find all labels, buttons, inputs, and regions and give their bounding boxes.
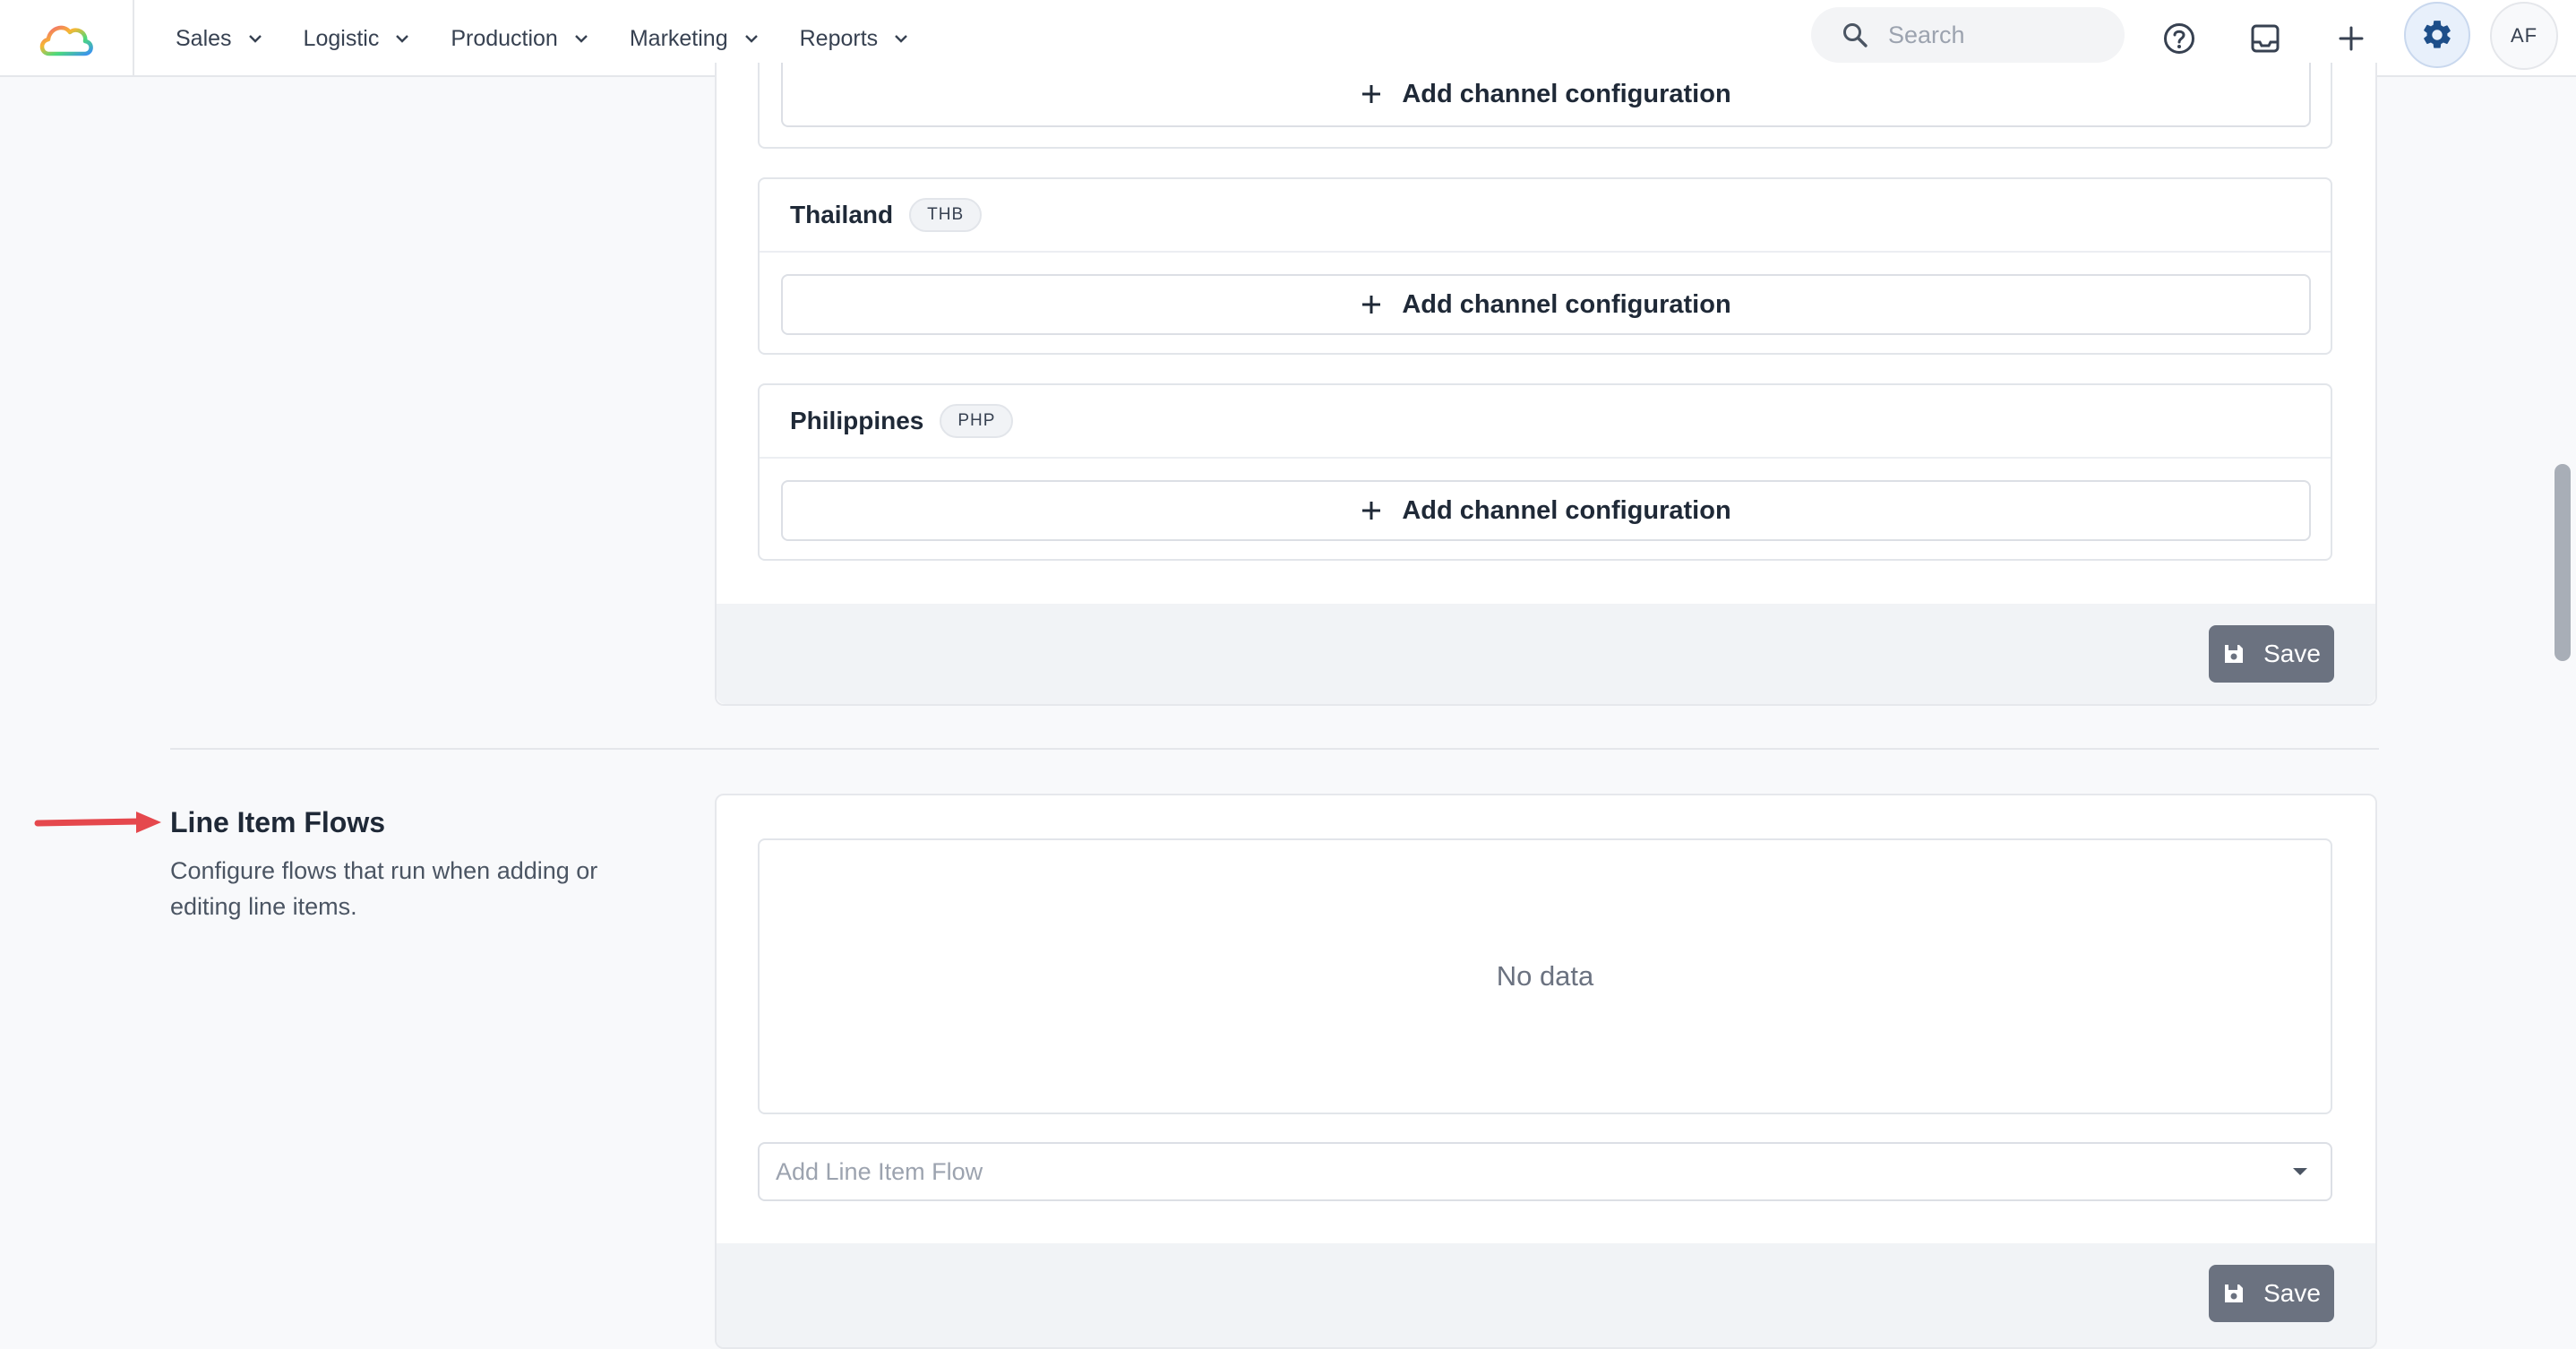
nav-reports-label: Reports	[799, 25, 879, 51]
avatar-initials: AF	[2510, 24, 2538, 47]
nav-sales-label: Sales	[176, 25, 232, 51]
country-card-philippines: Philippines PHP Add channel configuratio…	[758, 383, 2332, 561]
help-button[interactable]	[2148, 7, 2211, 70]
plus-icon	[1361, 294, 1382, 315]
annotation-arrow-icon	[34, 812, 161, 833]
select-placeholder: Add Line Item Flow	[776, 1157, 983, 1185]
add-channel-configuration-label: Add channel configuration	[1402, 289, 1731, 319]
cloud-logo-icon	[39, 25, 93, 56]
currency-badge: THB	[909, 198, 983, 232]
country-name: Philippines	[790, 407, 924, 434]
inbox-button[interactable]	[2234, 7, 2297, 70]
save-label: Save	[2263, 640, 2321, 667]
section-divider	[170, 748, 2379, 750]
country-name: Thailand	[790, 201, 894, 228]
create-button[interactable]	[2320, 7, 2383, 70]
country-header: Thailand THB	[760, 179, 2331, 253]
help-icon	[2164, 23, 2194, 54]
save-label: Save	[2263, 1279, 2321, 1307]
line-item-flows-footer	[717, 1243, 2375, 1347]
chevron-down-icon	[744, 34, 759, 43]
add-channel-configuration-label: Add channel configuration	[1402, 495, 1731, 525]
add-line-item-flow-select[interactable]: Add Line Item Flow	[758, 1142, 2332, 1201]
save-button[interactable]: Save	[2209, 625, 2334, 683]
nav-sales[interactable]: Sales	[176, 0, 262, 77]
app-logo[interactable]	[0, 0, 134, 77]
empty-state: No data	[758, 838, 2332, 1114]
plus-icon	[1361, 83, 1382, 105]
chevron-down-icon	[395, 34, 409, 43]
add-channel-configuration-button[interactable]: Add channel configuration	[781, 274, 2311, 335]
save-icon	[2222, 642, 2245, 666]
nav-production-label: Production	[451, 25, 558, 51]
inbox-icon	[2251, 24, 2280, 53]
channel-config-footer	[717, 604, 2375, 704]
save-icon	[2222, 1282, 2245, 1305]
chevron-down-icon	[894, 34, 908, 43]
save-button[interactable]: Save	[2209, 1265, 2334, 1322]
section-title: Line Item Flows	[170, 806, 386, 838]
gear-icon	[2424, 21, 2451, 48]
nav-production[interactable]: Production	[451, 0, 588, 77]
country-header: Philippines PHP	[760, 385, 2331, 459]
chevron-down-icon	[574, 34, 588, 43]
empty-state-text: No data	[1496, 960, 1594, 992]
nav-logistic[interactable]: Logistic	[304, 0, 410, 77]
section-description: Configure flows that run when adding or …	[170, 857, 598, 920]
page-scrollbar-thumb[interactable]	[2555, 464, 2571, 661]
country-card-previous: Add channel configuration	[758, 63, 2332, 149]
search-icon	[1843, 23, 1868, 47]
settings-button[interactable]	[2404, 2, 2470, 68]
add-channel-configuration-label: Add channel configuration	[1402, 79, 1731, 108]
global-search[interactable]	[1811, 7, 2125, 63]
country-card-thailand: Thailand THB Add channel configuration	[758, 177, 2332, 355]
caret-down-icon	[2293, 1168, 2307, 1175]
add-channel-configuration-button[interactable]: Add channel configuration	[781, 480, 2311, 541]
user-avatar[interactable]: AF	[2490, 2, 2558, 70]
nav-marketing-label: Marketing	[629, 25, 728, 51]
plus-icon	[1361, 500, 1382, 521]
search-input[interactable]	[1888, 21, 2103, 49]
nav-logistic-label: Logistic	[303, 25, 380, 51]
currency-badge: PHP	[940, 404, 1014, 438]
chevron-down-icon	[248, 34, 262, 43]
plus-icon	[2339, 26, 2364, 51]
add-channel-configuration-button[interactable]: Add channel configuration	[781, 63, 2311, 127]
